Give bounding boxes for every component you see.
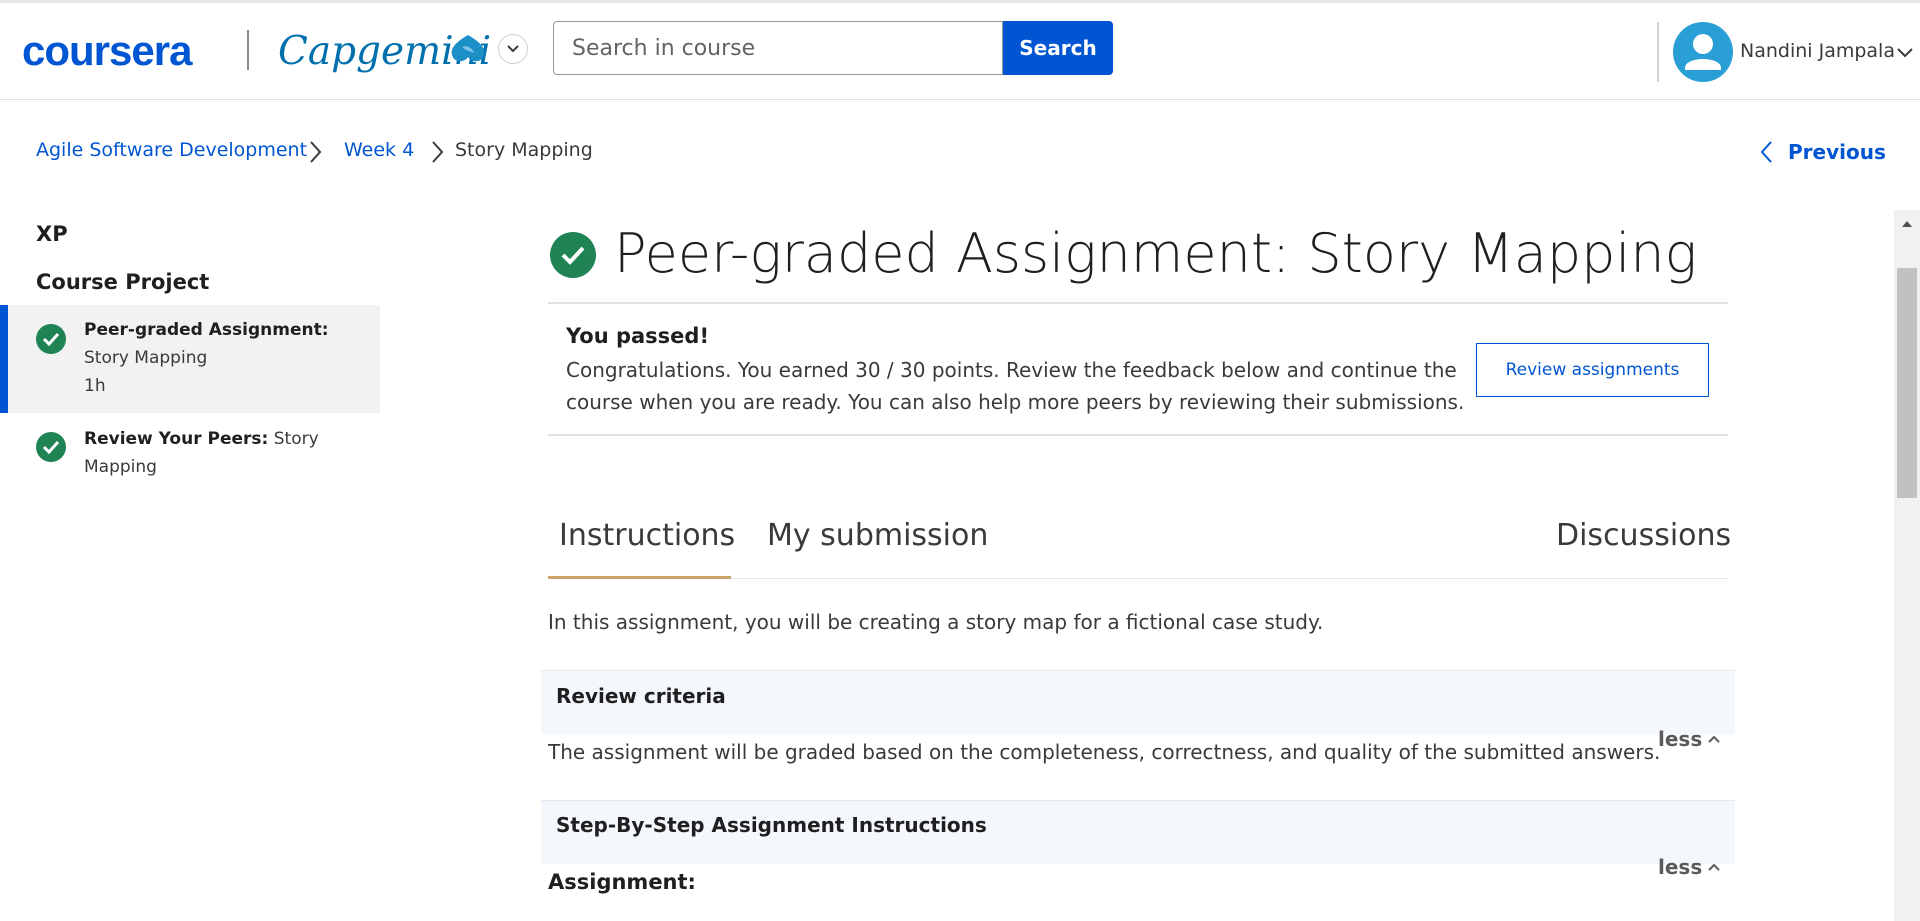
sidebar-item-title-bold: Review Your Peers: — [84, 429, 269, 449]
chevron-up-icon — [1708, 735, 1720, 743]
check-circle-icon — [36, 324, 66, 354]
tab-my-submission[interactable]: My submission — [767, 518, 988, 553]
section-body: The assignment will be graded based on t… — [548, 740, 1661, 764]
tab-instructions[interactable]: Instructions — [559, 518, 735, 553]
chevron-right-icon — [430, 140, 444, 168]
tab-discussions[interactable]: Discussions — [1556, 518, 1731, 553]
sidebar-item-title-rest: Story Mapping — [84, 348, 208, 368]
search-button[interactable]: Search — [1003, 21, 1113, 75]
coursera-logo[interactable]: coursera — [22, 20, 192, 82]
chevron-up-icon — [1708, 863, 1720, 871]
coursera-logo-text: coursera — [22, 27, 192, 74]
sidebar-item-label: Peer-graded Assignment: Story Mapping 1h — [84, 316, 344, 400]
section-title: Review criteria — [556, 684, 726, 708]
sidebar-xp-label: XP — [36, 222, 68, 246]
collapse-toggle[interactable]: less — [1658, 855, 1720, 879]
section-title: Step-By-Step Assignment Instructions — [556, 813, 987, 837]
previous-label: Previous — [1788, 140, 1886, 164]
toggle-label: less — [1658, 727, 1703, 751]
previous-link[interactable]: Previous — [1760, 140, 1886, 164]
sidebar-section-title: Course Project — [36, 270, 210, 294]
tab-selected-indicator — [548, 576, 731, 579]
breadcrumb-week[interactable]: Week 4 — [344, 139, 414, 161]
sidebar-item-label: Review Your Peers: Story Mapping — [84, 425, 324, 481]
intro-text: In this assignment, you will be creating… — [548, 610, 1324, 634]
collapse-toggle[interactable]: less — [1658, 727, 1720, 751]
user-avatar-icon[interactable] — [1673, 22, 1733, 82]
active-indicator — [0, 305, 8, 413]
chevron-left-icon — [1760, 141, 1772, 163]
partner-menu-button[interactable] — [498, 34, 528, 64]
scroll-up-icon[interactable] — [1897, 214, 1917, 234]
scrollbar-thumb[interactable] — [1897, 268, 1917, 498]
check-circle-icon — [550, 232, 596, 278]
banner-title: You passed! — [566, 324, 710, 348]
review-assignments-button[interactable]: Review assignments — [1476, 343, 1709, 397]
chevron-right-icon — [308, 140, 322, 168]
assignment-label: Assignment: — [548, 870, 696, 894]
banner-body: Congratulations. You earned 30 / 30 poin… — [566, 358, 1465, 414]
sidebar-item-duration: 1h — [84, 376, 106, 396]
page-title: Peer-graded Assignment: Story Mapping — [614, 222, 1698, 285]
toggle-label: less — [1658, 855, 1703, 879]
search-input[interactable] — [553, 21, 1003, 75]
breadcrumb-current: Story Mapping — [455, 139, 593, 161]
header-divider — [1657, 22, 1659, 82]
sidebar-item-title-bold: Peer-graded Assignment: — [84, 320, 329, 340]
partner-spade-icon — [448, 33, 488, 71]
breadcrumb-course[interactable]: Agile Software Development — [36, 139, 307, 161]
chevron-down-icon[interactable] — [1896, 44, 1914, 63]
check-circle-icon — [36, 432, 66, 462]
user-name[interactable]: Nandini Jampala — [1740, 40, 1895, 62]
logo-divider — [247, 30, 249, 70]
chevron-down-icon — [507, 45, 519, 53]
